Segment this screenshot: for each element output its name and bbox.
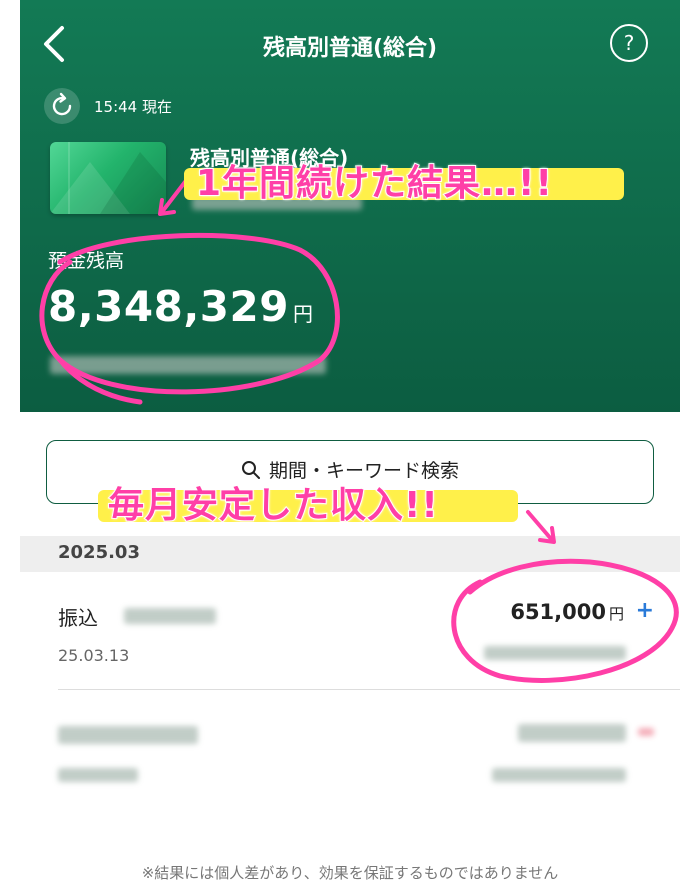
annotation-middle: 毎月安定した収入!! <box>107 484 439 527</box>
annotation-top: 1年間続けた結果…!! <box>195 162 553 205</box>
amount-highlight-circle <box>451 558 679 683</box>
annotation-overlay <box>39 176 679 683</box>
arrow-shaft <box>526 510 554 542</box>
balance-highlight-circle <box>39 232 340 395</box>
